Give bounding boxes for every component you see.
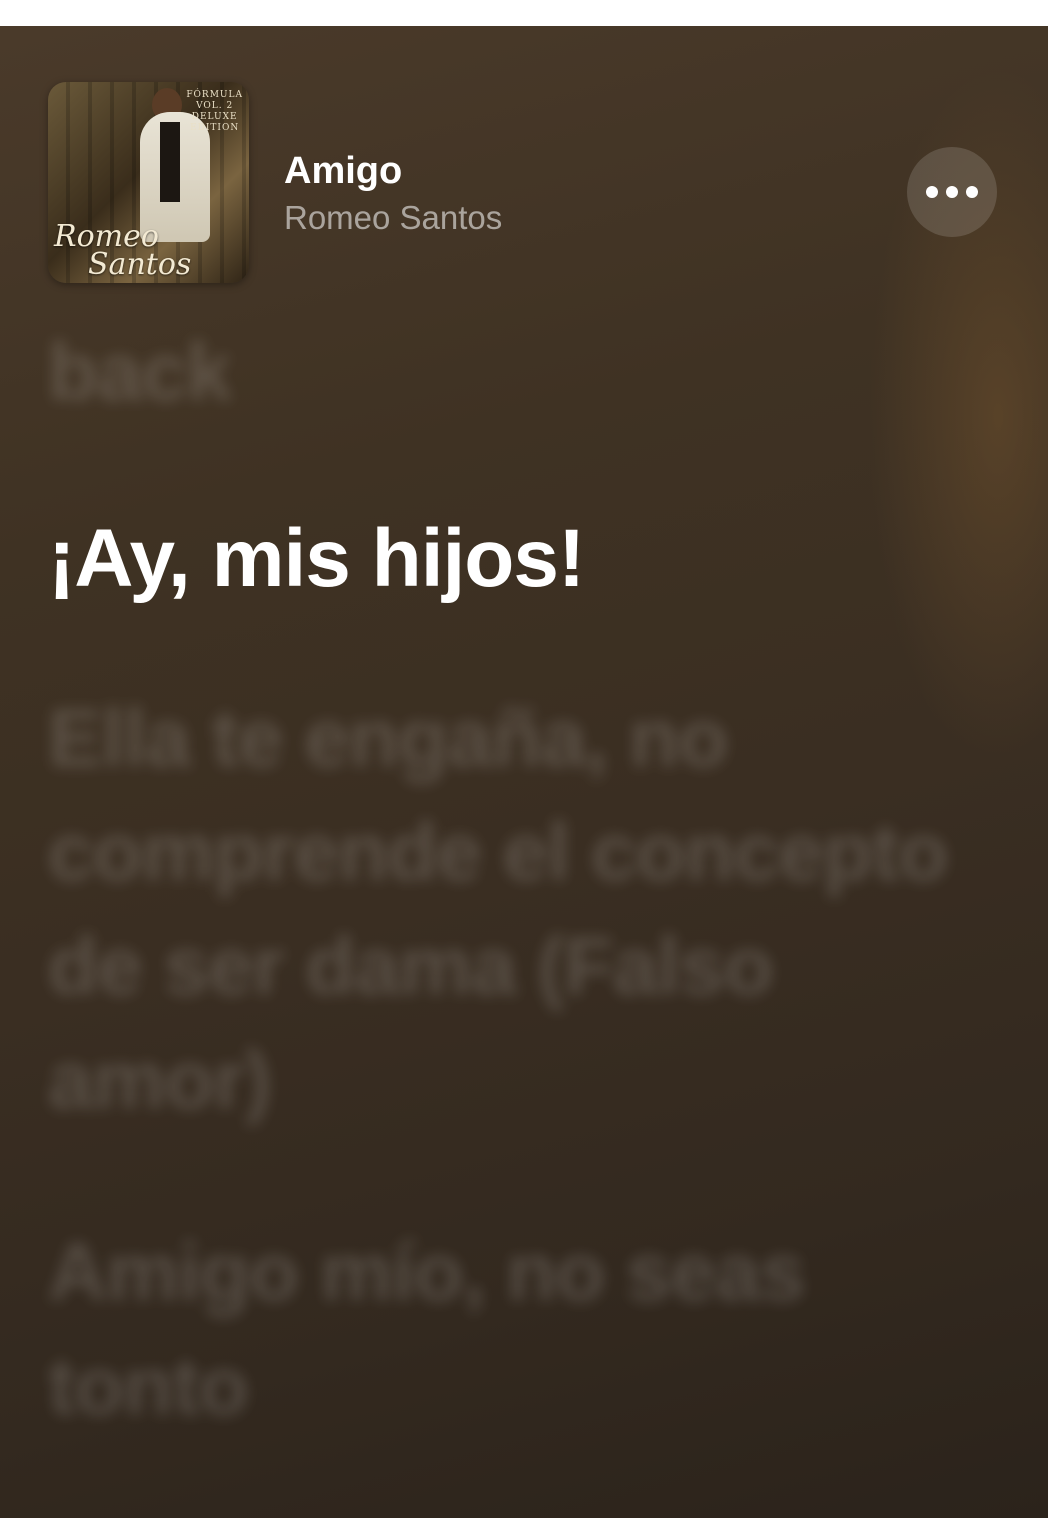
ellipsis-icon (946, 186, 958, 198)
cover-script-line-2: Santos (88, 247, 192, 282)
album-cover[interactable]: FÓRMULA VOL. 2 DELUXE EDITION Romeo Sant… (48, 82, 249, 283)
lyric-line-next[interactable]: Amigo mío, no seas tonto (48, 1216, 948, 1444)
cover-badge-line: EDITION (190, 123, 240, 133)
ellipsis-icon (966, 186, 978, 198)
track-artist[interactable]: Romeo Santos (284, 198, 502, 238)
more-options-button[interactable] (907, 147, 997, 237)
lyric-line-current[interactable]: ¡Ay, mis hijos! (48, 502, 948, 616)
cover-badge-line: FÓRMULA (186, 90, 243, 100)
track-title[interactable]: Amigo (284, 148, 402, 194)
lyric-line-next[interactable]: Ella te engaña, no comprende el concepto… (48, 682, 948, 1138)
cover-badge: FÓRMULA VOL. 2 DELUXE EDITION (186, 90, 243, 134)
cover-badge-line: DELUXE (191, 112, 238, 122)
cover-figure-shirt (160, 122, 180, 202)
lyric-line-previous[interactable]: back (48, 316, 948, 430)
lyrics-screen: FÓRMULA VOL. 2 DELUXE EDITION Romeo Sant… (0, 26, 1048, 1518)
cover-badge-line: VOL. 2 (196, 101, 234, 111)
ellipsis-icon (926, 186, 938, 198)
cover-artist-script: Romeo Santos (48, 222, 249, 282)
